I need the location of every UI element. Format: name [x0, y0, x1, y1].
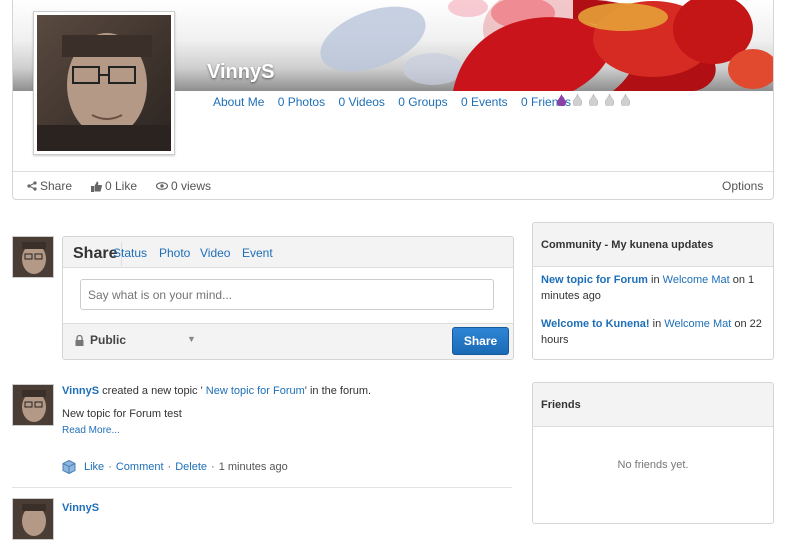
friends-widget: Friends No friends yet. — [532, 382, 774, 524]
update-text: in — [647, 274, 663, 286]
activity-headline: VinnyS created a new topic ' New topic f… — [62, 385, 371, 397]
profile-avatar[interactable] — [33, 11, 175, 155]
thumbs-up-icon — [91, 181, 102, 192]
views-label: 0 views — [171, 179, 212, 193]
profile-card: VinnyS About Me 0 Photos 0 Videos 0 Grou… — [12, 0, 774, 200]
update-topic-link[interactable]: New topic for Forum — [541, 274, 648, 286]
read-more-link[interactable]: Read More... — [62, 425, 120, 436]
widget-title: Friends — [533, 383, 773, 427]
profile-links: About Me 0 Photos 0 Videos 0 Groups 0 Ev… — [213, 95, 581, 109]
community-updates-widget: Community - My kunena updates New topic … — [532, 222, 774, 360]
like-link[interactable]: Like — [84, 461, 104, 473]
activity-user-link[interactable]: VinnyS — [62, 385, 99, 397]
options-label: Options — [722, 179, 764, 193]
comment-link[interactable]: Comment — [116, 461, 164, 473]
activity-time: 1 minutes ago — [218, 461, 288, 473]
about-me-link[interactable]: About Me — [213, 95, 264, 109]
update-text: in — [649, 318, 665, 330]
update-topic-link[interactable]: Welcome to Kunena! — [541, 318, 650, 330]
like-count: 0 Like — [105, 179, 138, 193]
tab-event[interactable]: Event — [242, 246, 273, 260]
activity-user-link[interactable]: VinnyS — [62, 502, 99, 514]
tab-status[interactable]: Status — [113, 246, 147, 260]
photos-link[interactable]: 0 Photos — [278, 95, 325, 109]
cube-icon — [62, 460, 76, 474]
karma-drop-icon-3 — [589, 94, 598, 106]
update-place-link[interactable]: Welcome Mat — [664, 318, 731, 330]
karma-drop-icon-2 — [573, 94, 582, 106]
eye-icon — [156, 182, 168, 190]
status-composer: Share Status Photo Video Event Public ▼ … — [62, 236, 514, 360]
privacy-label: Public — [90, 333, 127, 347]
composer-tabs: Share Status Photo Video Event — [63, 237, 513, 269]
update-place-link[interactable]: Welcome Mat — [663, 274, 730, 286]
events-link[interactable]: 0 Events — [461, 95, 508, 109]
update-item: New topic for Forum in Welcome Mat on 1 … — [541, 272, 766, 304]
update-item: Welcome to Kunena! in Welcome Mat on 22 … — [541, 316, 766, 348]
composer-avatar[interactable] — [12, 236, 54, 278]
karma-drop-icon-5 — [621, 94, 630, 106]
status-input[interactable] — [80, 279, 494, 310]
groups-link[interactable]: 0 Groups — [398, 95, 447, 109]
widget-title: Community - My kunena updates — [533, 223, 773, 267]
avatar-portrait — [13, 237, 53, 277]
tab-photo[interactable]: Photo — [159, 246, 190, 260]
empty-state-text: No friends yet. — [617, 459, 689, 471]
profile-username[interactable]: VinnyS — [207, 61, 274, 84]
share-button[interactable]: Share — [452, 327, 509, 355]
tab-video[interactable]: Video — [200, 246, 230, 260]
share-action[interactable]: Share — [27, 179, 72, 193]
avatar-portrait — [13, 499, 53, 539]
lock-icon — [75, 334, 84, 346]
chevron-down-icon[interactable]: ▼ — [187, 334, 196, 344]
like-action[interactable]: 0 Like — [91, 179, 137, 193]
activity-text: created a new topic ' — [99, 385, 206, 397]
share-icon — [27, 181, 37, 191]
activity-body: New topic for Forum test — [62, 408, 182, 420]
activity-avatar[interactable] — [12, 384, 54, 426]
views-count: 0 views — [156, 179, 211, 193]
delete-link[interactable]: Delete — [175, 461, 207, 473]
profile-meta-bar: Share 0 Like 0 views Options — [13, 172, 773, 199]
activity-actions: Like · Comment · Delete · 1 minutes ago — [62, 460, 288, 474]
karma-rating — [557, 94, 630, 106]
composer-body — [63, 267, 513, 324]
karma-drop-icon-1 — [557, 94, 566, 106]
separator: · — [211, 461, 215, 473]
karma-drop-icon-4 — [605, 94, 614, 106]
share-label: Share — [40, 179, 73, 193]
options-button[interactable]: Options — [722, 179, 763, 193]
separator: · — [167, 461, 172, 473]
avatar-portrait — [13, 385, 53, 425]
privacy-selector[interactable]: Public — [75, 333, 126, 347]
separator: · — [108, 461, 112, 473]
divider — [12, 487, 512, 488]
activity-topic-link[interactable]: New topic for Forum — [206, 385, 305, 397]
avatar-portrait — [37, 15, 171, 151]
videos-link[interactable]: 0 Videos — [338, 95, 384, 109]
activity-text: ' in the forum. — [304, 385, 372, 397]
activity-avatar[interactable] — [12, 498, 54, 540]
